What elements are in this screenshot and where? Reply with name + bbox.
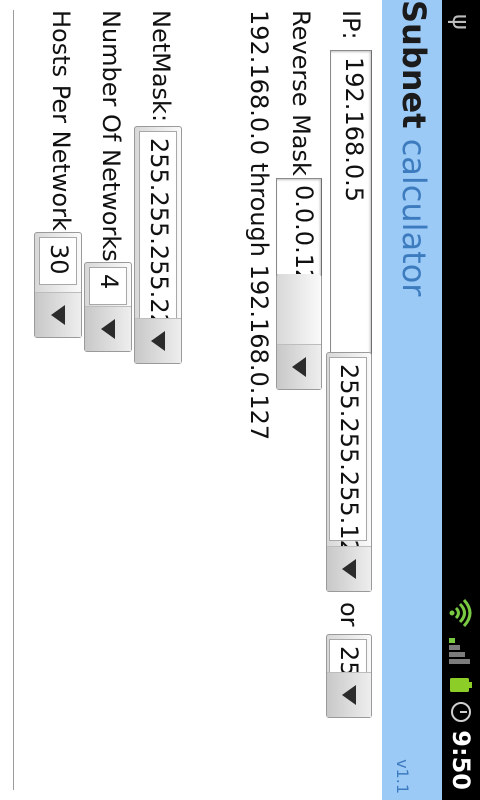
ip-input[interactable]: 192.168.0.5 [330, 50, 372, 368]
status-icons: 9:50 [446, 598, 476, 790]
reverse-mask-label: Reverse Mask: [287, 10, 315, 184]
chevron-down-icon [135, 318, 181, 363]
battery-icon [450, 678, 472, 693]
app-title-light: calculator [395, 138, 433, 297]
title-bar: Subnet calculator v1.1 [382, 0, 442, 800]
divider [13, 10, 14, 790]
chevron-down-icon [35, 292, 81, 337]
alarm-icon [451, 702, 471, 723]
hosts-select[interactable]: 30 [34, 232, 82, 338]
app-title-bold: Subnet [395, 0, 433, 129]
wifi-icon [449, 599, 472, 628]
version-label: v1.1 [393, 759, 412, 794]
mask-select[interactable]: 255.255.255.128 [326, 352, 372, 592]
app-title: Subnet calculator [394, 0, 434, 296]
chevron-down-icon [327, 546, 371, 591]
signal-icon [449, 638, 473, 666]
clock: 9:50 [447, 730, 475, 790]
hosts-value: 30 [39, 237, 77, 285]
netmask-label: NetMask: [147, 10, 175, 123]
usb-icon: ψ [447, 14, 475, 30]
or-label: or [335, 602, 363, 627]
ip-label: IP: [337, 10, 365, 40]
chevron-down-icon [327, 672, 371, 717]
networks-label: Number Of Networks: [97, 10, 125, 270]
range-text: 192.168.0.0 through 192.168.0.127 [245, 10, 273, 441]
networks-value: 4 [89, 267, 127, 305]
networks-select[interactable]: 4 [84, 262, 132, 352]
chevron-down-icon [85, 306, 131, 351]
status-bar: ψ 9:50 [442, 0, 480, 800]
hosts-label: Hosts Per Network: [47, 10, 75, 239]
netmask-value: 255.255.255.224 [139, 131, 177, 344]
mask-select-value: 255.255.255.128 [329, 357, 367, 570]
chevron-down-icon [277, 344, 321, 389]
reverse-mask-select[interactable] [276, 274, 322, 390]
mask-bits-value: 25 [329, 639, 367, 677]
mask-bits-select[interactable]: 25 [326, 634, 372, 718]
app-screen: ψ 9:50 Subnet calculator v1.1 IP: 192.16… [0, 0, 480, 800]
netmask-select[interactable]: 255.255.255.224 [134, 126, 182, 364]
